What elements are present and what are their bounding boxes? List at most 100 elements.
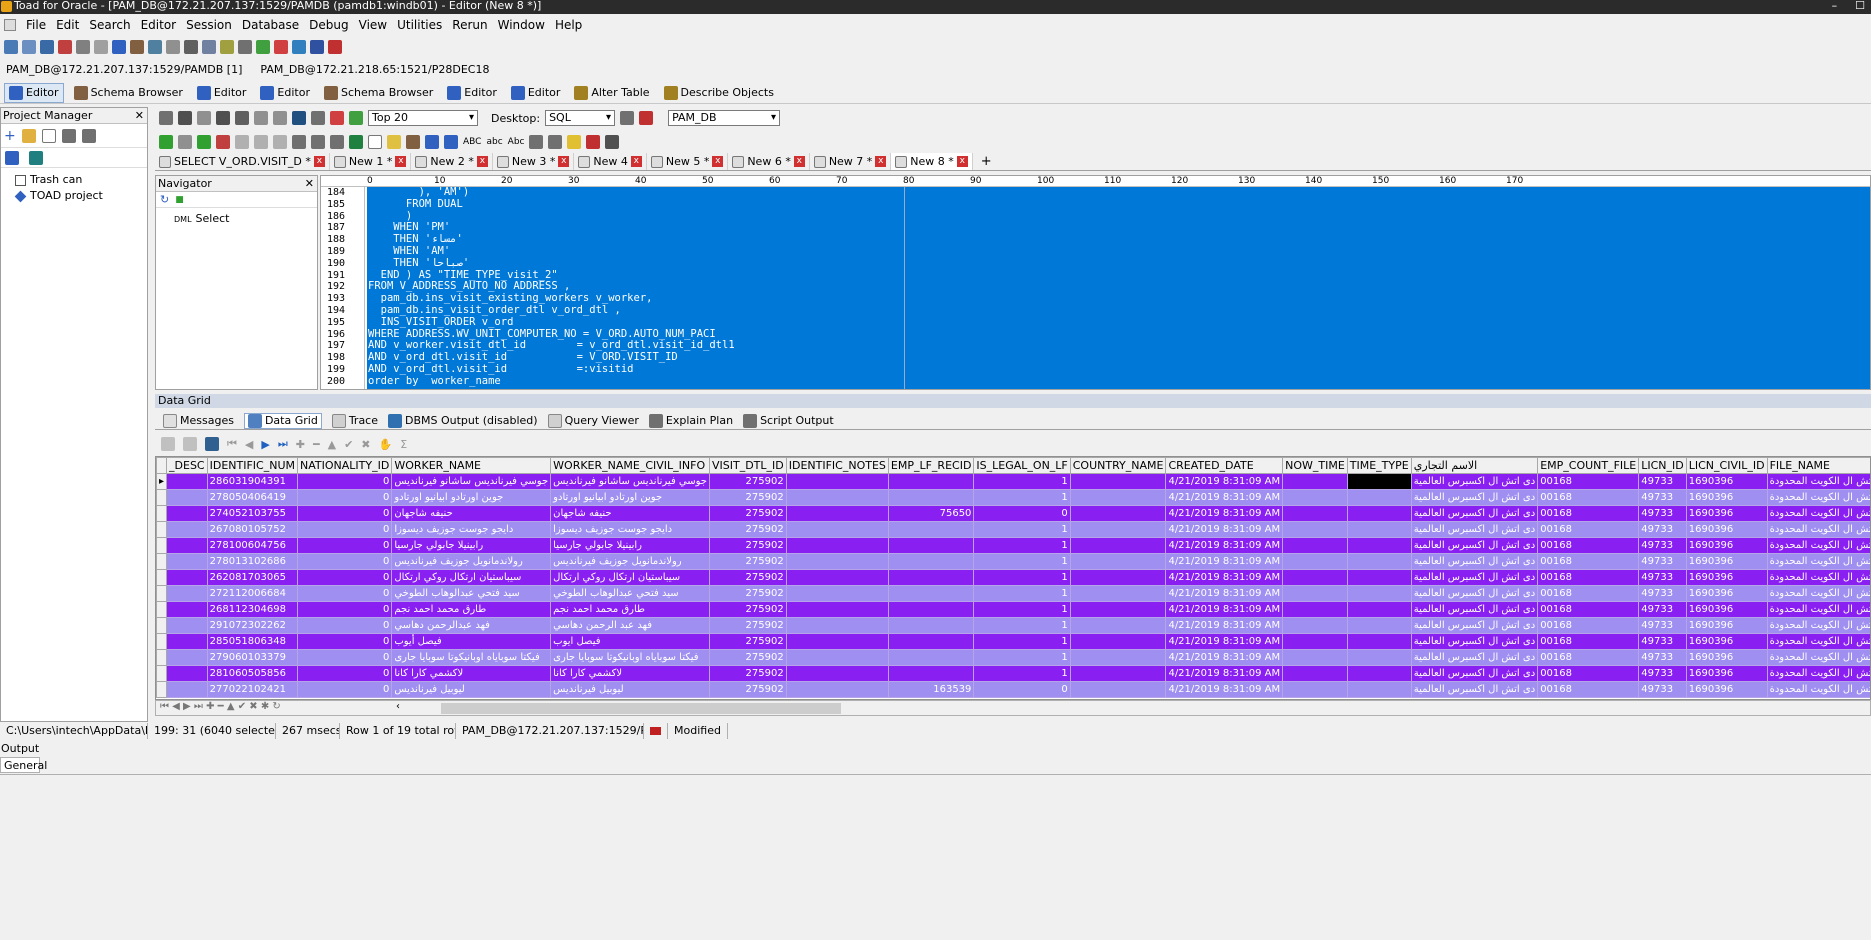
- table-cell[interactable]: 4/21/2019 8:31:09 AM: [1165, 585, 1284, 602]
- table-cell[interactable]: [1346, 601, 1412, 618]
- table-cell[interactable]: 275902: [708, 537, 787, 554]
- new-tab-icon[interactable]: +: [973, 154, 992, 169]
- table-cell[interactable]: دى اتش ال الكويت المحدودة: [1766, 601, 1870, 618]
- table-cell[interactable]: 4/21/2019 8:31:09 AM: [1165, 569, 1284, 586]
- window-bar-editor-2[interactable]: Editor: [193, 84, 251, 102]
- table-cell[interactable]: 1690396: [1685, 505, 1768, 522]
- tab-trace[interactable]: Trace: [331, 413, 378, 428]
- table-cell[interactable]: [166, 537, 208, 554]
- table-cell[interactable]: 0: [297, 553, 393, 570]
- window-bar-schema-browser-2[interactable]: Schema Browser: [320, 84, 437, 102]
- browser-icon[interactable]: [130, 40, 144, 54]
- code-text[interactable]: ), 'AM') FROM DUAL ) WHEN 'PM' THEN 'مسا…: [368, 186, 735, 388]
- tab-close-icon[interactable]: x: [558, 156, 570, 167]
- highlight-icon[interactable]: [387, 135, 401, 149]
- table-cell[interactable]: 275902: [708, 633, 787, 650]
- table-cell[interactable]: 279060103379: [206, 649, 299, 666]
- save-grid-icon[interactable]: [205, 437, 219, 451]
- table-cell[interactable]: [1069, 617, 1167, 634]
- table-cell[interactable]: 00168: [1537, 585, 1640, 602]
- sql-editor[interactable]: 0 10 20 30 40 50 60 70 80 90 100 110 120 130 140 150 160…: [320, 175, 1871, 390]
- table-cell[interactable]: 0: [297, 569, 393, 586]
- table-cell[interactable]: فيكتا سوباياه اوبانيكوتا سوبايا جارى: [550, 649, 710, 666]
- tab-close-icon[interactable]: x: [956, 156, 968, 167]
- debug-icon[interactable]: [256, 40, 270, 54]
- table-cell[interactable]: فهد عبد الرحمن دهاسي: [550, 617, 710, 634]
- table-row[interactable]: 278100604756 0 رابينيلا جابولي جارسيا رابين…: [156, 537, 1870, 554]
- add-icon[interactable]: +: [4, 128, 16, 144]
- table-cell[interactable]: [166, 489, 208, 506]
- table-cell[interactable]: دى اتش ال اكسبرس العالمية: [1410, 649, 1539, 666]
- print-icon[interactable]: [202, 40, 216, 54]
- table-cell[interactable]: 49733: [1638, 681, 1687, 698]
- table-cell[interactable]: 4/21/2019 8:31:09 AM: [1165, 473, 1284, 490]
- menu-file[interactable]: File: [26, 18, 46, 32]
- table-cell[interactable]: [166, 585, 208, 602]
- table-cell[interactable]: 49733: [1638, 521, 1687, 538]
- schema-combo[interactable]: PAM_DB: [668, 110, 781, 126]
- run-icon[interactable]: [159, 135, 173, 149]
- table-cell[interactable]: 1690396: [1685, 601, 1768, 618]
- tab-explain-plan[interactable]: Explain Plan: [648, 413, 733, 428]
- table-cell[interactable]: 1: [973, 569, 1071, 586]
- redo-icon[interactable]: [444, 135, 458, 149]
- lock-icon[interactable]: [254, 135, 268, 149]
- table-cell[interactable]: 275902: [708, 569, 787, 586]
- project-tab-icon[interactable]: [5, 150, 19, 165]
- table-cell[interactable]: 291072302262: [206, 617, 299, 634]
- table-cell[interactable]: 275902: [708, 585, 787, 602]
- table-cell[interactable]: [887, 521, 975, 538]
- rows-icon[interactable]: [349, 111, 363, 125]
- table-cell[interactable]: [1069, 537, 1167, 554]
- table-cell[interactable]: 275902: [708, 473, 787, 490]
- table-cell[interactable]: [166, 649, 208, 666]
- column-header[interactable]: LICN_CIVIL_ID: [1685, 457, 1768, 474]
- column-header[interactable]: IS_LEGAL_ON_LF: [973, 457, 1071, 474]
- timer-icon[interactable]: [238, 40, 252, 54]
- table-cell[interactable]: 163539: [887, 681, 975, 698]
- table-cell[interactable]: 4/21/2019 8:31:09 AM: [1165, 665, 1284, 682]
- table-row[interactable]: 274052103755 0 حنيفه شاجهان حنيفه شاجهان 275…: [156, 505, 1870, 522]
- table-cell[interactable]: دى اتش ال اكسبرس العالمية: [1410, 473, 1539, 490]
- table-cell[interactable]: جوسي فيرنانديس ساشانو فيرنانديس: [550, 473, 710, 490]
- table-cell[interactable]: فيصل ايوب: [550, 633, 710, 650]
- table-cell[interactable]: فيصل أيوب: [391, 633, 552, 650]
- table-cell[interactable]: [166, 569, 208, 586]
- table-cell[interactable]: 00168: [1537, 601, 1640, 618]
- table-cell[interactable]: [1282, 521, 1348, 538]
- table-cell[interactable]: 0: [297, 585, 393, 602]
- comment-icon[interactable]: [529, 135, 544, 149]
- table-cell[interactable]: رابينيلا جابولي جارسيا: [391, 537, 552, 554]
- window-bar-alter-table[interactable]: Alter Table: [570, 84, 653, 102]
- table-cell[interactable]: رابينيلا جابولي جارسيا: [550, 537, 710, 554]
- row-indicator[interactable]: [156, 617, 168, 634]
- column-header[interactable]: _DESC: [166, 457, 208, 474]
- window-bar-describe-objects[interactable]: Describe Objects: [660, 84, 778, 102]
- table-cell[interactable]: [887, 617, 975, 634]
- tree-item-trash-can[interactable]: Trash can: [15, 172, 147, 188]
- tab-dbms-output[interactable]: DBMS Output (disabled): [388, 413, 538, 428]
- column-header[interactable]: IDENTIFIC_NOTES: [785, 457, 889, 474]
- table-cell[interactable]: 00168: [1537, 489, 1640, 506]
- forward-icon[interactable]: [310, 40, 324, 54]
- last-record-icon[interactable]: ⏭: [278, 437, 288, 451]
- column-header[interactable]: VISIT_DTL_ID: [708, 457, 787, 474]
- table-cell[interactable]: 0: [973, 681, 1071, 698]
- column-header[interactable]: NATIONALITY_ID: [297, 457, 393, 474]
- breakpoint-icon[interactable]: [586, 135, 601, 149]
- table-cell[interactable]: 275902: [708, 489, 787, 506]
- table-cell[interactable]: دايجو جوست جوزيف ديسوزا: [550, 521, 710, 538]
- menu-help[interactable]: Help: [555, 18, 582, 32]
- tab-messages[interactable]: Messages: [163, 413, 234, 428]
- rows-limit-combo[interactable]: Top 20: [368, 110, 478, 126]
- table-row[interactable]: 268112304698 0 طارق محمد احمد نجم طارق محمد…: [156, 601, 1870, 618]
- table-cell[interactable]: [785, 633, 889, 650]
- table-cell[interactable]: [785, 489, 889, 506]
- table-cell[interactable]: 278050406419: [206, 489, 299, 506]
- table-cell[interactable]: 49733: [1638, 665, 1687, 682]
- table-cell[interactable]: دى اتش ال الكويت المحدودة: [1766, 553, 1870, 570]
- table-cell[interactable]: [1346, 537, 1412, 554]
- column-header[interactable]: CREATED_DATE: [1165, 457, 1284, 474]
- table-cell[interactable]: 00168: [1537, 521, 1640, 538]
- table-row[interactable]: 278013102686 0 رولاندمانويل جوزيف فيرناندي…: [156, 553, 1870, 570]
